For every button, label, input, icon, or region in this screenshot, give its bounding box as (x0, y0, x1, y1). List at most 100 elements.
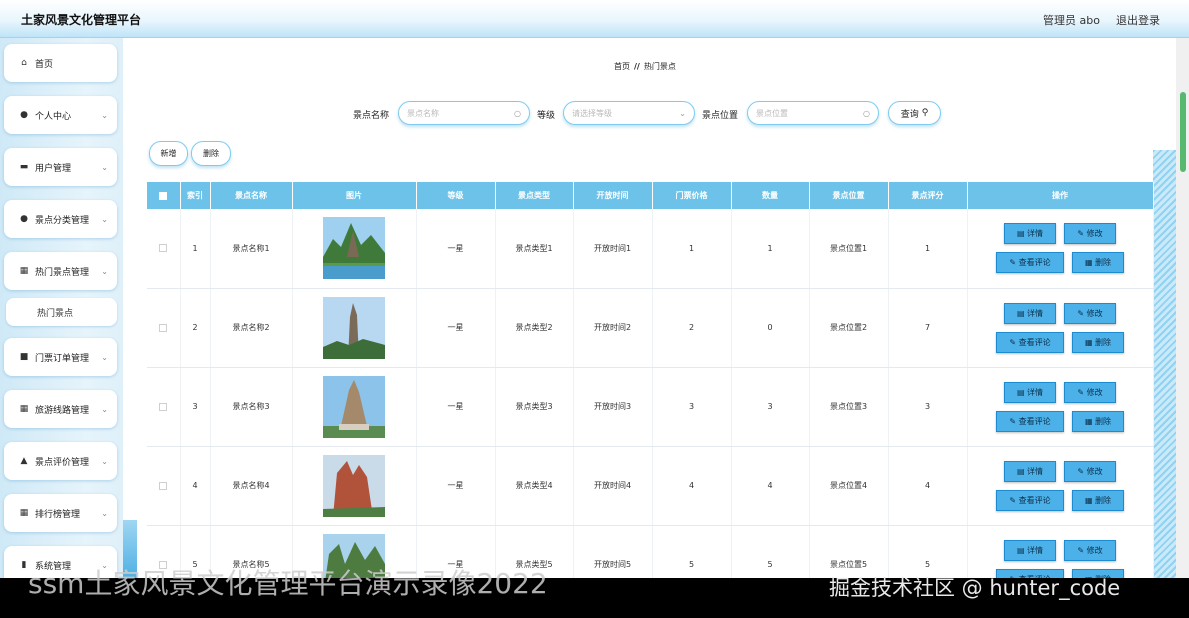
clear-icon[interactable]: ○ (863, 109, 870, 118)
row-checkbox[interactable] (159, 244, 168, 253)
sidebar-item-label: 热门景点管理 (35, 267, 90, 278)
select-all-cell[interactable] (147, 182, 181, 209)
cell-price: 1 (652, 209, 732, 289)
edit-icon: ✎ (1077, 387, 1087, 397)
level-select-label: 等级 (537, 111, 556, 121)
edit-label: 修改 (1086, 466, 1103, 476)
cell-index: 3 (180, 367, 211, 447)
sidebar-item-home[interactable]: ⌂ 首页 (4, 44, 117, 82)
level-select-placeholder: 请选择等级 (572, 108, 612, 118)
sidebar-subitem-hot-spots[interactable]: 热门景点 (6, 298, 117, 326)
trash-icon: ▦ (1084, 258, 1096, 268)
logout-link[interactable]: 退出登录 (1116, 12, 1160, 28)
grid-icon: ▦ (19, 508, 29, 518)
breadcrumb: 首页 //热门景点 (614, 61, 676, 72)
view-comments-button[interactable]: ✎ 查看评论 (996, 252, 1064, 274)
cell-name: 景点名称3 (210, 367, 293, 447)
clear-icon[interactable]: ○ (514, 109, 521, 118)
admin-username: 管理员 abo (1043, 14, 1100, 27)
edit-button[interactable]: ✎ 修改 (1064, 539, 1116, 561)
user-icon: ● (20, 214, 28, 224)
scrollbar-thumb[interactable] (1180, 92, 1186, 172)
cell-image (292, 446, 417, 526)
row-select-cell[interactable] (147, 367, 181, 447)
search-icon: ⚲ (921, 108, 929, 118)
delete-label: 删除 (1095, 416, 1112, 426)
view-comments-button[interactable]: ✎ 查看评论 (996, 410, 1064, 432)
chevron-down-icon: ⌄ (679, 108, 686, 118)
row-select-cell[interactable] (147, 288, 181, 368)
card-icon: ▬ (19, 162, 29, 172)
cell-level: 一星 (416, 209, 496, 289)
cell-operations: ▤ 详情 ✎ 修改 ✎ 查看评论 ▦ 删除 (967, 209, 1154, 289)
sidebar-item-label: 旅游线路管理 (35, 405, 90, 416)
row-checkbox[interactable] (159, 323, 168, 332)
query-button-label: 查询 (900, 109, 919, 120)
detail-button[interactable]: ▤ 详情 (1004, 223, 1056, 245)
edit-button[interactable]: ✎ 修改 (1064, 460, 1116, 482)
trash-icon: ▦ (1084, 337, 1096, 347)
row-select-cell[interactable] (147, 446, 181, 526)
cell-level: 一星 (416, 446, 496, 526)
cell-location: 景点位置1 (809, 209, 889, 289)
row-checkbox[interactable] (159, 402, 168, 411)
sidebar-item-hot-spots[interactable]: ▦ 热门景点管理 ⌄ (4, 252, 117, 290)
cell-type: 景点类型1 (495, 209, 574, 289)
hot-spots-table: 索引 景点名称 图片 等级 景点类型 开放时间 门票价格 数量 景点位置 景点评… (147, 182, 1154, 605)
cell-open-time: 开放时间1 (573, 209, 653, 289)
delete-button[interactable]: ▦ 删除 (1072, 410, 1124, 432)
edit-button[interactable]: ✎ 修改 (1064, 223, 1116, 245)
sidebar-item-label: 个人中心 (35, 111, 72, 122)
view-comments-button[interactable]: ✎ 查看评论 (996, 489, 1064, 511)
sidebar-item-ranking[interactable]: ▦ 排行榜管理 ⌄ (4, 494, 117, 532)
edit-button[interactable]: ✎ 修改 (1064, 381, 1116, 403)
detail-icon: ▤ (1016, 387, 1028, 397)
top-header: 土家风景文化管理平台 管理员 abo 退出登录 (0, 0, 1189, 38)
edit-button[interactable]: ✎ 修改 (1064, 302, 1116, 324)
row-checkbox[interactable] (159, 481, 168, 490)
detail-icon: ▤ (1016, 229, 1028, 239)
cell-name: 景点名称2 (210, 288, 293, 368)
name-search-input[interactable]: 景点名称 ○ (398, 101, 530, 125)
detail-button[interactable]: ▤ 详情 (1004, 539, 1056, 561)
breadcrumb-home[interactable]: 首页 (614, 62, 630, 71)
sidebar-item-profile[interactable]: ● 个人中心 ⌄ (4, 96, 117, 134)
view-comments-button[interactable]: ✎ 查看评论 (996, 331, 1064, 353)
cell-location: 景点位置4 (809, 446, 889, 526)
row-select-cell[interactable] (147, 209, 181, 289)
cell-type: 景点类型3 (495, 367, 574, 447)
sidebar-item-reviews[interactable]: ▲ 景点评价管理 ⌄ (4, 442, 117, 480)
delete-button[interactable]: ▦ 删除 (1072, 489, 1124, 511)
sidebar-item-label: 景点评价管理 (35, 457, 90, 468)
add-button[interactable]: 新增 (149, 141, 188, 166)
detail-label: 详情 (1027, 308, 1044, 318)
detail-button[interactable]: ▤ 详情 (1004, 302, 1056, 324)
batch-delete-button[interactable]: 删除 (191, 141, 231, 166)
column-header: 数量 (731, 182, 810, 209)
location-search-input[interactable]: 景点位置 ○ (747, 101, 879, 125)
detail-label: 详情 (1027, 387, 1044, 397)
sidebar: ⌂ 首页 ● 个人中心 ⌄ ▬ 用户管理 ⌄ ● 景点分类管理 ⌄ ▦ 热门景点… (0, 38, 123, 584)
view-comments-label: 查看评论 (1018, 495, 1051, 505)
query-button[interactable]: 查询 ⚲ (888, 101, 941, 125)
detail-button[interactable]: ▤ 详情 (1004, 381, 1056, 403)
delete-label: 删除 (1095, 258, 1112, 268)
user-icon: ● (20, 110, 28, 120)
edit-icon: ✎ (1077, 308, 1087, 318)
detail-button[interactable]: ▤ 详情 (1004, 460, 1056, 482)
cell-image (292, 367, 417, 447)
sidebar-item-users[interactable]: ▬ 用户管理 ⌄ (4, 148, 117, 186)
cell-price: 4 (652, 446, 732, 526)
delete-button[interactable]: ▦ 删除 (1072, 331, 1124, 353)
sidebar-item-category[interactable]: ● 景点分类管理 ⌄ (4, 200, 117, 238)
sidebar-item-routes[interactable]: ▦ 旅游线路管理 ⌄ (4, 390, 117, 428)
sidebar-item-ticket-orders[interactable]: ■ 门票订单管理 ⌄ (4, 338, 117, 376)
column-header: 图片 (292, 182, 417, 209)
level-select[interactable]: 请选择等级 ⌄ (563, 101, 695, 125)
watermark-caption: 掘金技术社区 @ hunter_code (829, 576, 1121, 600)
cell-level: 一星 (416, 288, 496, 368)
cell-location: 景点位置2 (809, 288, 889, 368)
delete-button[interactable]: ▦ 删除 (1072, 252, 1124, 274)
grid-icon: ▦ (19, 404, 29, 414)
select-all-checkbox[interactable] (159, 191, 168, 200)
